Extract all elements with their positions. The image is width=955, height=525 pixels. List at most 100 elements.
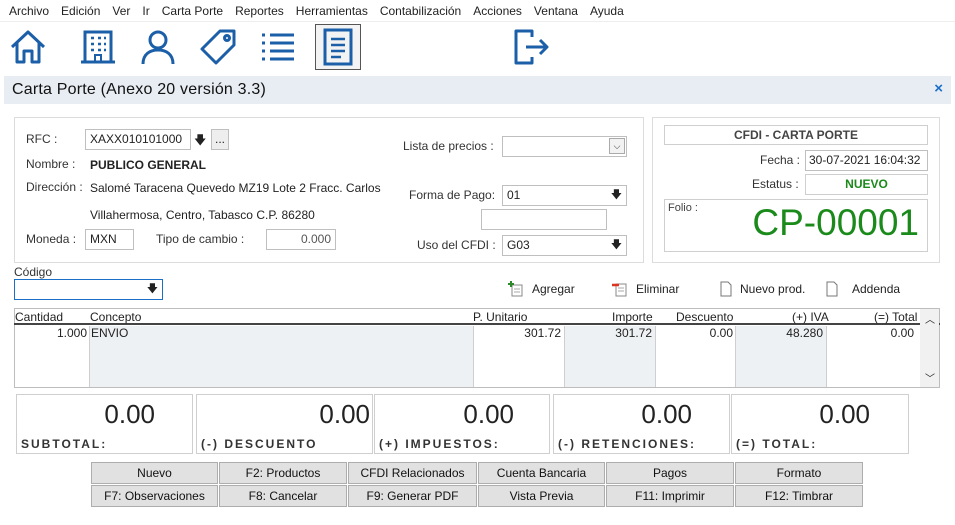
scroll-down-icon[interactable]: ﹀ — [925, 370, 935, 385]
menu-reportes[interactable]: Reportes — [229, 4, 290, 18]
scroll-up-icon[interactable]: ︿ — [925, 311, 935, 326]
menu-ayuda[interactable]: Ayuda — [584, 4, 630, 18]
tag-icon — [200, 29, 236, 65]
menu-bar: Archivo Edición Ver Ir Carta Porte Repor… — [0, 0, 955, 22]
exit-button[interactable] — [507, 24, 553, 70]
nuevo-prod-label: Nuevo prod. — [740, 282, 806, 296]
retenciones-caption: (-) RETENCIONES: — [558, 437, 696, 451]
impuestos-box: 0.00 (+) IMPUESTOS: — [374, 394, 550, 454]
subtotal-box: 0.00 SUBTOTAL: — [16, 394, 193, 454]
exit-icon — [514, 29, 549, 65]
list-button[interactable] — [255, 24, 301, 70]
vista-previa-button[interactable]: Vista Previa — [478, 485, 605, 507]
clients-button[interactable] — [135, 24, 181, 70]
list-icon — [262, 33, 294, 61]
forma-pago-extra-input[interactable] — [481, 209, 607, 230]
productos-button[interactable]: F2: Productos — [219, 462, 347, 484]
table-row[interactable]: 1.000 ENVIO 301.72 301.72 0.00 48.280 0.… — [15, 326, 918, 340]
building-icon — [81, 30, 115, 64]
direccion-line1: Salomé Taracena Quevedo MZ19 Lote 2 Frac… — [90, 181, 381, 195]
subtotal-value: 0.00 — [104, 399, 155, 429]
moneda-label: Moneda : — [26, 232, 77, 246]
document-icon — [323, 28, 353, 66]
cuenta-bancaria-button[interactable]: Cuenta Bancaria — [478, 462, 605, 484]
forma-pago-label: Forma de Pago: — [409, 188, 496, 202]
chevron-down-icon[interactable]: ⌵ — [609, 138, 625, 154]
dropdown-arrow-icon: 🡇 — [610, 239, 622, 251]
nombre-value: PUBLICO GENERAL — [90, 158, 207, 172]
col-cantidad: Cantidad — [15, 310, 64, 324]
company-button[interactable] — [75, 24, 121, 70]
nuevo-prod-button[interactable]: Nuevo prod. — [720, 281, 805, 297]
estatus-value: NUEVO — [805, 174, 928, 195]
imprimir-button[interactable]: F11: Imprimir — [606, 485, 734, 507]
cell-punitario: 301.72 — [524, 326, 561, 340]
generar-pdf-button[interactable]: F9: Generar PDF — [348, 485, 477, 507]
codigo-label: Código — [14, 265, 53, 279]
cancelar-button[interactable]: F8: Cancelar — [219, 485, 347, 507]
total-value: 0.00 — [819, 399, 870, 429]
formato-button[interactable]: Formato — [735, 462, 863, 484]
menu-carta-porte[interactable]: Carta Porte — [156, 4, 229, 18]
cfdi-relacionados-button[interactable]: CFDI Relacionados — [348, 462, 477, 484]
user-icon — [141, 30, 175, 65]
uso-cfdi-select[interactable]: G03 🡇 — [502, 235, 627, 256]
uso-cfdi-value: G03 — [507, 238, 530, 252]
delete-icon — [612, 283, 627, 297]
codigo-input[interactable]: 🡇 — [14, 279, 163, 300]
menu-ver[interactable]: Ver — [106, 4, 136, 18]
timbrar-button[interactable]: F12: Timbrar — [735, 485, 863, 507]
cell-total: 0.00 — [890, 326, 914, 340]
agregar-button[interactable]: Agregar — [508, 281, 575, 297]
fecha-input[interactable]: 30-07-2021 16:04:32 — [805, 150, 928, 171]
cfdi-header: CFDI - CARTA PORTE — [664, 125, 928, 145]
document-icon — [826, 281, 838, 297]
descuento-value: 0.00 — [319, 399, 370, 429]
addenda-button[interactable]: Addenda — [826, 281, 900, 297]
eliminar-label: Eliminar — [636, 282, 680, 296]
total-box: 0.00 (=) TOTAL: — [731, 394, 909, 454]
impuestos-caption: (+) IMPUESTOS: — [379, 437, 500, 451]
documents-button[interactable] — [315, 24, 361, 70]
cell-concepto: ENVIO — [91, 326, 129, 340]
menu-herramientas[interactable]: Herramientas — [290, 4, 374, 18]
lista-precios-label: Lista de precios : — [403, 139, 494, 153]
col-importe: Importe — [612, 310, 653, 324]
grid-header: Cantidad Concepto P. Unitario Importe De… — [14, 309, 940, 325]
observaciones-button[interactable]: F7: Observaciones — [91, 485, 218, 507]
subtotal-caption: SUBTOTAL: — [21, 437, 108, 451]
rfc-search-icon[interactable]: 🡇 — [194, 131, 206, 152]
direccion-label: Dirección : — [26, 180, 83, 194]
eliminar-button[interactable]: Eliminar — [612, 281, 679, 297]
browse-button[interactable]: ... — [211, 129, 229, 150]
folio-box: Folio : CP-00001 — [664, 199, 928, 252]
menu-edicion[interactable]: Edición — [55, 4, 106, 18]
rfc-input[interactable]: XAXX010101000 — [85, 129, 191, 150]
col-descuento: Descuento — [676, 310, 734, 324]
dropdown-arrow-icon: 🡇 — [610, 189, 622, 201]
grid-scrollbar[interactable]: ︿ ﹀ — [920, 309, 939, 387]
descuento-caption: (-) DESCUENTO — [201, 437, 318, 451]
cell-importe: 301.72 — [615, 326, 652, 340]
fecha-label: Fecha : — [760, 153, 801, 167]
agregar-label: Agregar — [532, 282, 575, 296]
lista-precios-select[interactable]: ⌵ — [502, 136, 627, 157]
moneda-input[interactable]: MXN — [85, 229, 134, 250]
impuestos-value: 0.00 — [463, 399, 514, 429]
direccion-line2: Villahermosa, Centro, Tabasco C.P. 86280 — [90, 208, 315, 222]
products-button[interactable] — [195, 24, 241, 70]
home-button[interactable] — [5, 24, 51, 70]
menu-archivo[interactable]: Archivo — [3, 4, 55, 18]
window-title: Carta Porte (Anexo 20 versión 3.3) — [12, 81, 267, 98]
menu-ir[interactable]: Ir — [136, 4, 155, 18]
window-titlebar: Carta Porte (Anexo 20 versión 3.3) × — [4, 76, 951, 104]
nuevo-button[interactable]: Nuevo — [91, 462, 218, 484]
menu-ventana[interactable]: Ventana — [528, 4, 584, 18]
menu-contabilizacion[interactable]: Contabilización — [374, 4, 467, 18]
pagos-button[interactable]: Pagos — [606, 462, 734, 484]
forma-pago-select[interactable]: 01 🡇 — [502, 185, 627, 206]
menu-acciones[interactable]: Acciones — [467, 4, 528, 18]
close-icon[interactable]: × — [934, 80, 943, 97]
tipo-cambio-input[interactable]: 0.000 — [266, 229, 336, 250]
addenda-label: Addenda — [852, 282, 901, 296]
